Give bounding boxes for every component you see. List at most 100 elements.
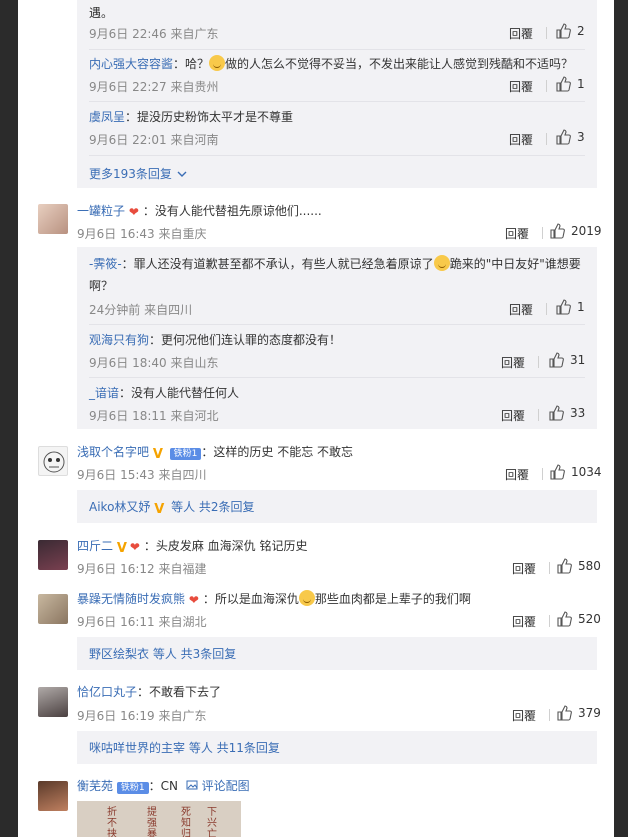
like-button[interactable]: 1: [555, 299, 585, 315]
heart-badge-icon: ❤: [188, 593, 199, 607]
like-count: 33: [570, 406, 586, 420]
reply-username[interactable]: -霁筱-: [89, 257, 122, 271]
divider: [546, 80, 547, 92]
avatar[interactable]: [38, 687, 68, 717]
comment-meta: 9月6日 16:43 来自重庆: [77, 227, 207, 241]
like-button[interactable]: 2019: [549, 223, 602, 239]
divider: [538, 356, 539, 368]
like-count: 31: [570, 353, 586, 367]
reply-button[interactable]: 回覆: [512, 613, 536, 630]
thumbs-up-icon: [550, 223, 565, 239]
summary-username[interactable]: 野区绘梨衣: [89, 647, 149, 661]
heart-badge-icon: ❤: [129, 540, 140, 554]
reply-username[interactable]: 虞凤呈: [89, 110, 125, 124]
avatar[interactable]: [38, 204, 68, 234]
avatar[interactable]: [38, 540, 68, 570]
reply-button[interactable]: 回覆: [501, 407, 525, 424]
like-button[interactable]: 3: [555, 129, 585, 145]
reply-meta: 9月6日 22:27 来自贵州: [89, 80, 219, 94]
reply-text: 观海只有狗：更何况他们连认罪的态度都没有！: [89, 333, 342, 347]
thumbs-up-icon: [557, 705, 572, 721]
reply-button[interactable]: 回覆: [512, 707, 536, 724]
comment-text: 衡芜苑 铁粉1 ：CN 评论配图: [77, 779, 250, 794]
divider: [542, 468, 543, 480]
reply-meta: 24分钟前 来自四川: [89, 303, 193, 317]
divider: [89, 324, 585, 325]
comment-image-link[interactable]: 评论配图: [186, 779, 250, 793]
reply-button[interactable]: 回覆: [509, 131, 533, 148]
comment-meta: 9月6日 16:11 来自湖北: [77, 615, 207, 629]
thumbs-up-icon: [557, 558, 572, 574]
heart-badge-icon: ❤: [128, 205, 139, 219]
like-count: 2: [577, 24, 585, 38]
reply-text: 遇。: [89, 6, 114, 20]
summary-username[interactable]: 咪咕咩世界的主宰: [89, 741, 185, 755]
like-button[interactable]: 2: [555, 23, 585, 39]
comment-meta: 9月6日 16:19 来自广东: [77, 709, 207, 723]
fan-badge: 铁粉1: [169, 448, 202, 460]
divider: [89, 377, 585, 378]
reply-summary[interactable]: 咪咕咩世界的主宰 等人 共11条回复: [77, 731, 597, 764]
like-count: 2019: [571, 224, 602, 238]
reply-group: -霁筱-：罪人还没有道歉甚至都不承认，有些人就已经急着原谅了 跪来的"中日友好"谁…: [77, 247, 597, 429]
reply-button[interactable]: 回覆: [512, 560, 536, 577]
like-button[interactable]: 520: [556, 611, 601, 627]
divider: [546, 27, 547, 39]
reply-group: 遇。 9月6日 22:46 来自广东 回覆 2 内心强大容容酱：哈？ 做的人怎么不…: [77, 0, 597, 188]
more-replies-link[interactable]: 更多193条回复: [89, 165, 188, 182]
comment-image[interactable]: 折 提 死 下 不 强 知 兴 挟 暴 归 亡: [77, 801, 241, 837]
avatar[interactable]: [38, 594, 68, 624]
comment-text: 浅取个名字吧 V 铁粉1 ：这样的历史 不能忘 不敢忘: [77, 445, 354, 462]
comment-username[interactable]: 一罐粒子: [77, 204, 125, 218]
reply-username[interactable]: 内心强大容容酱: [89, 57, 173, 71]
sad-face-emoji-icon: [433, 255, 450, 271]
verified-v-icon: V: [116, 541, 127, 556]
like-count: 520: [578, 612, 601, 626]
reply-summary-text: 咪咕咩世界的主宰 等人 共11条回复: [89, 741, 280, 755]
thumbs-up-icon: [550, 464, 565, 480]
comment-username[interactable]: 暴躁无情随时发疯熊: [77, 592, 185, 606]
like-button[interactable]: 33: [548, 405, 585, 421]
thumbs-up-icon: [556, 76, 571, 92]
like-button[interactable]: 580: [556, 558, 601, 574]
thumbs-up-icon: [556, 23, 571, 39]
like-count: 1034: [571, 465, 602, 479]
chevron-down-icon: [177, 171, 187, 177]
crying-emoji-icon: [298, 590, 315, 606]
like-button[interactable]: 1034: [549, 464, 602, 480]
like-button[interactable]: 379: [556, 705, 601, 721]
comment-text: 四斤二 V ❤ ：头皮发麻 血海深仇 铭记历史: [77, 539, 308, 556]
reply-username[interactable]: _谙谙: [89, 386, 119, 400]
reply-summary[interactable]: 野区绘梨衣 等人 共3条回复: [77, 637, 597, 670]
reply-meta: 9月6日 18:11 来自河北: [89, 409, 219, 423]
like-count: 1: [577, 300, 585, 314]
like-button[interactable]: 31: [548, 352, 585, 368]
comment-username[interactable]: 恰亿口丸子: [77, 685, 137, 699]
divider: [549, 562, 550, 574]
avatar[interactable]: [38, 781, 68, 811]
reply-text-line2: 啊？: [89, 279, 114, 293]
comment-username[interactable]: 衡芜苑: [77, 779, 113, 793]
fan-badge: 铁粉1: [116, 782, 149, 794]
reply-button[interactable]: 回覆: [505, 466, 529, 483]
divider: [549, 709, 550, 721]
comment-username[interactable]: 浅取个名字吧: [77, 445, 149, 459]
reply-button[interactable]: 回覆: [505, 225, 529, 242]
reply-button[interactable]: 回覆: [509, 78, 533, 95]
divider: [538, 409, 539, 421]
avatar[interactable]: [38, 446, 68, 476]
reply-button[interactable]: 回覆: [509, 25, 533, 42]
reply-button[interactable]: 回覆: [509, 301, 533, 318]
summary-username[interactable]: Aiko林又妤: [89, 500, 150, 514]
like-count: 3: [577, 130, 585, 144]
reply-button[interactable]: 回覆: [501, 354, 525, 371]
comment-text: 恰亿口丸子：不敢看下去了: [77, 685, 222, 699]
reply-text: 内心强大容容酱：哈？ 做的人怎么不觉得不妥当，不发出来能让人感觉到残酷和不适吗？: [89, 55, 574, 71]
reply-summary[interactable]: Aiko林又妤 V 等人 共2条回复: [77, 490, 597, 523]
comment-username[interactable]: 四斤二: [77, 539, 113, 553]
thumbs-up-icon: [549, 405, 564, 421]
reply-username[interactable]: 观海只有狗: [89, 333, 149, 347]
thumbs-up-icon: [556, 299, 571, 315]
like-button[interactable]: 1: [555, 76, 585, 92]
divider: [89, 49, 585, 50]
